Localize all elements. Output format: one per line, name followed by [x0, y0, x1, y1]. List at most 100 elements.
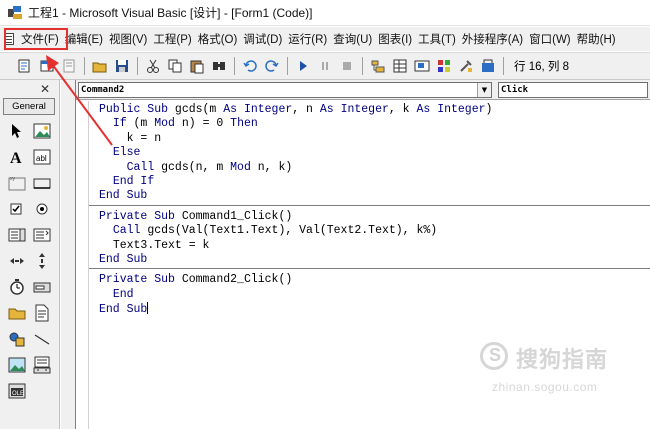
- label-tool-icon[interactable]: A: [8, 148, 26, 167]
- toolbox-tab-general[interactable]: General: [3, 98, 55, 115]
- redo-icon[interactable]: [264, 58, 280, 74]
- image-tool-icon[interactable]: [8, 356, 26, 374]
- add-project-icon[interactable]: [17, 58, 33, 74]
- code-line[interactable]: Text3.Text = k: [99, 239, 650, 253]
- code-keyword: Then: [230, 117, 258, 131]
- code-line[interactable]: Private Sub Command1_Click(): [99, 210, 650, 224]
- optionbutton-tool-icon[interactable]: [33, 200, 51, 218]
- code-text: n, k): [257, 160, 293, 174]
- listbox-tool-icon[interactable]: [33, 226, 51, 244]
- code-text: n) = 0: [181, 117, 231, 131]
- menu-project[interactable]: 工程(P): [150, 31, 194, 47]
- code-line[interactable]: End: [99, 288, 650, 302]
- menu-file[interactable]: 文件(F): [18, 31, 62, 47]
- cut-icon[interactable]: [145, 58, 161, 74]
- code-line[interactable]: End If: [99, 175, 650, 189]
- hscrollbar-tool-icon[interactable]: [8, 252, 26, 270]
- paste-icon[interactable]: [189, 58, 205, 74]
- commandbutton-tool-icon[interactable]: [33, 174, 51, 192]
- menu-query[interactable]: 查询(U): [330, 31, 375, 47]
- frame-tool-icon[interactable]: xy: [8, 174, 26, 192]
- svg-text:A: A: [10, 150, 22, 166]
- code-text: ): [485, 103, 493, 116]
- end-icon[interactable]: [339, 58, 355, 74]
- code-line[interactable]: Public Sub gcds(m As Integer, n As Integ…: [99, 103, 650, 117]
- code-text: gcds(m: [174, 103, 224, 116]
- project-explorer-icon[interactable]: [370, 58, 386, 74]
- code-text: Command1_Click(): [181, 209, 293, 223]
- drivelistbox-tool-icon[interactable]: [33, 278, 51, 296]
- code-line[interactable]: End Sub: [99, 189, 650, 203]
- picturebox-tool-icon[interactable]: [33, 122, 51, 140]
- object-browser-icon[interactable]: [436, 58, 452, 74]
- code-line[interactable]: Call gcds(Val(Text1.Text), Val(Text2.Tex…: [99, 224, 650, 238]
- code-text: gcds(n, m: [161, 160, 231, 174]
- toolbox-panel: ✕ General A abl xy OLE: [0, 80, 60, 429]
- filelistbox-tool-icon[interactable]: [33, 304, 51, 322]
- code-line[interactable]: Call gcds(n, m Mod n, k): [99, 161, 650, 175]
- menu-run[interactable]: 运行(R): [285, 31, 330, 47]
- textbox-tool-icon[interactable]: abl: [33, 148, 51, 166]
- menu-diagram[interactable]: 图表(I): [375, 31, 415, 47]
- open-project-icon[interactable]: [92, 58, 108, 74]
- code-text: k = n: [126, 131, 162, 145]
- code-keyword: If: [112, 117, 134, 131]
- ole-tool-icon[interactable]: OLE: [8, 382, 26, 400]
- line-tool-icon[interactable]: [33, 330, 51, 348]
- menu-editor-icon[interactable]: [61, 58, 77, 74]
- code-text: , n: [292, 103, 320, 116]
- combobox-tool-icon[interactable]: [8, 226, 26, 244]
- code-text: gcds(Val(Text1.Text), Val(Text2.Text), k…: [147, 224, 438, 238]
- menu-format[interactable]: 格式(O): [195, 31, 241, 47]
- code-line[interactable]: End Sub: [99, 253, 650, 267]
- text-caret: [147, 302, 149, 315]
- code-line[interactable]: k = n: [99, 132, 650, 146]
- shape-tool-icon[interactable]: [8, 330, 26, 348]
- code-keyword: As Integer: [319, 103, 389, 116]
- dirlistbox-tool-icon[interactable]: [8, 304, 26, 322]
- menu-help[interactable]: 帮助(H): [574, 31, 619, 47]
- code-line[interactable]: If (m Mod n) = 0 Then: [99, 117, 650, 131]
- code-line[interactable]: Private Sub Command2_Click(): [99, 273, 650, 287]
- start-icon[interactable]: [295, 58, 311, 74]
- menu-window[interactable]: 窗口(W): [526, 31, 574, 47]
- menu-addins[interactable]: 外接程序(A): [459, 31, 526, 47]
- document-icon[interactable]: [4, 33, 14, 45]
- menu-view[interactable]: 视图(V): [106, 31, 150, 47]
- menu-edit[interactable]: 编辑(E): [62, 31, 106, 47]
- data-view-icon[interactable]: [480, 58, 496, 74]
- break-icon[interactable]: [317, 58, 333, 74]
- checkbox-tool-icon[interactable]: [8, 200, 26, 218]
- object-combo[interactable]: Command2 ▼: [78, 82, 492, 98]
- vscrollbar-tool-icon[interactable]: [33, 252, 51, 270]
- timer-tool-icon[interactable]: [8, 278, 26, 296]
- add-form-icon[interactable]: [39, 58, 55, 74]
- toolbar-separator: [137, 57, 138, 75]
- code-text: Text3.Text = k: [112, 238, 210, 252]
- chevron-down-icon[interactable]: ▼: [477, 83, 491, 97]
- form-layout-icon[interactable]: [414, 58, 430, 74]
- data-tool-icon[interactable]: [33, 356, 51, 374]
- procedure-combo[interactable]: Click: [498, 82, 648, 98]
- code-line[interactable]: End Sub: [99, 302, 650, 316]
- code-editor[interactable]: Public Sub gcds(m As Integer, n As Integ…: [89, 103, 650, 316]
- menu-tools[interactable]: 工具(T): [415, 31, 459, 47]
- code-line[interactable]: Else: [99, 146, 650, 160]
- save-project-icon[interactable]: [114, 58, 130, 74]
- pointer-tool-icon[interactable]: [8, 122, 26, 140]
- sogou-logo-icon: [480, 342, 508, 370]
- close-icon[interactable]: ✕: [40, 82, 50, 96]
- toolbar-separator: [503, 57, 504, 75]
- sogou-watermark: 搜狗指南 zhinan.sogou.com: [480, 340, 640, 400]
- properties-window-icon[interactable]: [392, 58, 408, 74]
- undo-icon[interactable]: [242, 58, 258, 74]
- copy-icon[interactable]: [167, 58, 183, 74]
- toolbox-icon[interactable]: [458, 58, 474, 74]
- code-keyword: End Sub: [99, 189, 148, 203]
- menu-debug[interactable]: 调试(D): [240, 31, 285, 47]
- find-icon[interactable]: [211, 58, 227, 74]
- standard-toolbar: 行 16, 列 8: [0, 52, 650, 80]
